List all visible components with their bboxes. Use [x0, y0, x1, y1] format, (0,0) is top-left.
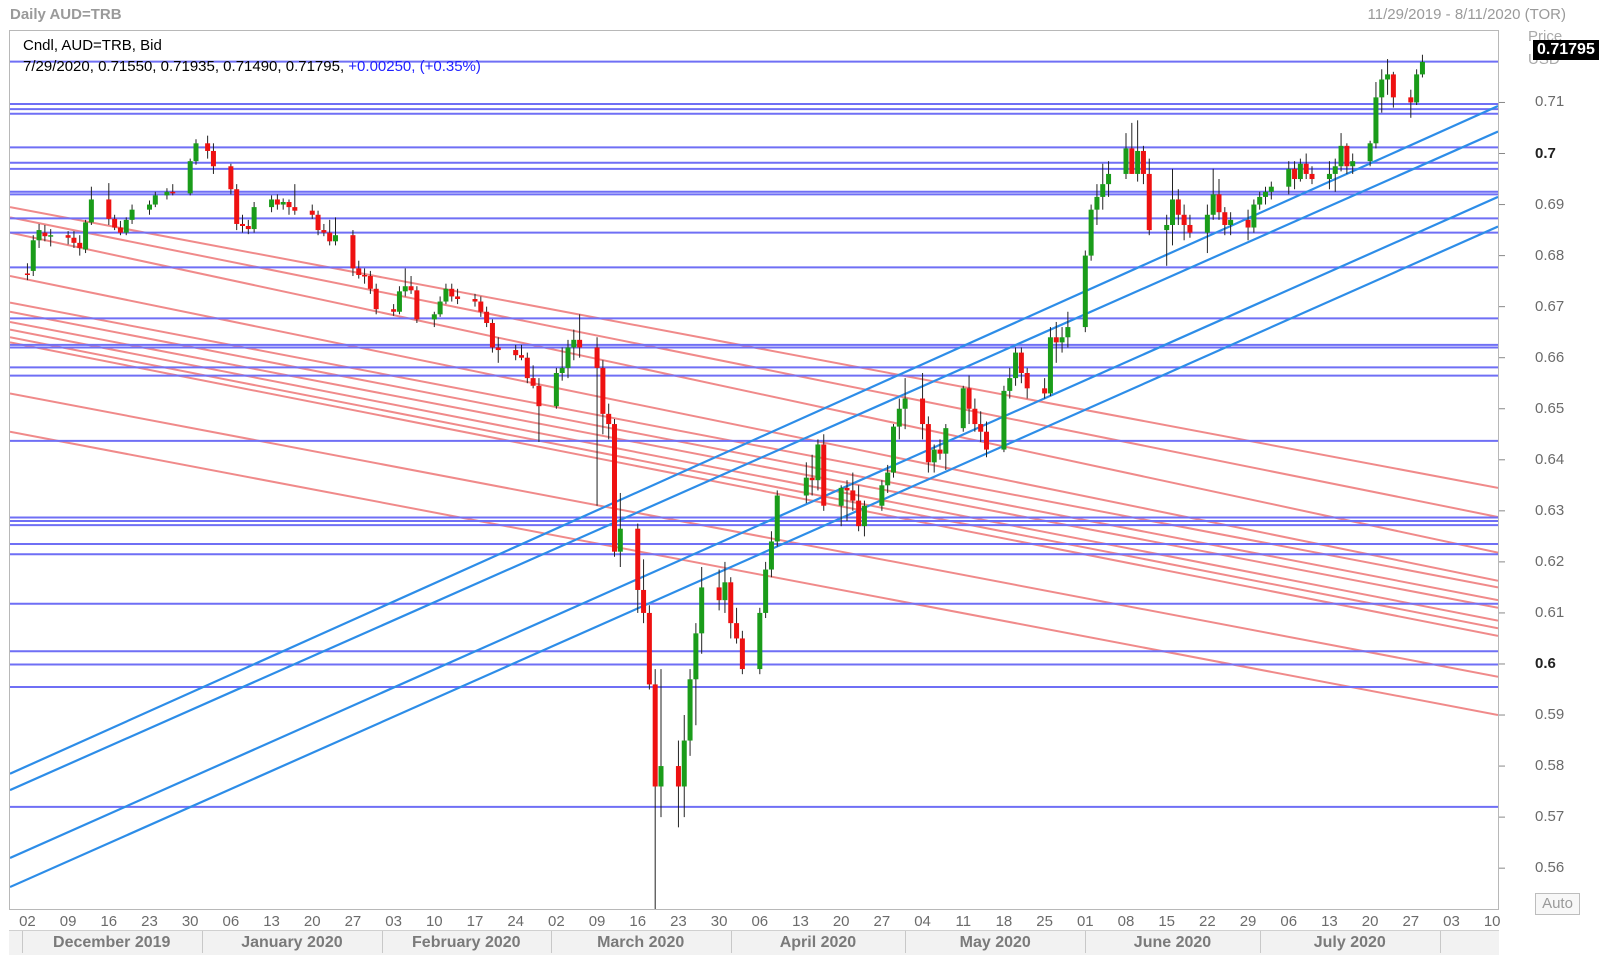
y-tick-label: 0.61 [1535, 603, 1565, 621]
x-tick-label: 23 [141, 913, 158, 930]
x-tick-label: 29 [1239, 913, 1257, 930]
month-separator [1259, 931, 1261, 953]
instrument-info: Cndl, AUD=TRB, Bid [23, 37, 162, 54]
x-tick-label: 30 [710, 913, 728, 930]
y-tick-label: 0.62 [1535, 552, 1565, 570]
month-separator [21, 931, 23, 953]
x-tick-label: 16 [100, 913, 118, 930]
x-tick-label: 27 [344, 913, 362, 930]
x-tick-label: 30 [181, 913, 199, 930]
y-tick-label: 0.58 [1535, 757, 1565, 775]
x-tick-label: 08 [1117, 913, 1135, 930]
y-tick-label: 0.69 [1535, 195, 1565, 213]
x-tick-label: 09 [588, 913, 606, 930]
y-tick-label: 0.56 [1535, 859, 1565, 877]
x-tick-label: 02 [19, 913, 36, 930]
last-bar-change: +0.00250, (+0.35%) [348, 58, 481, 75]
x-tick-label: 17 [466, 913, 484, 930]
y-tick-label: 0.64 [1535, 450, 1565, 468]
y-tick-label: 0.66 [1535, 348, 1565, 366]
x-tick-label: 20 [1361, 913, 1379, 930]
x-tick-label: 25 [1036, 913, 1053, 930]
x-tick-label: 27 [873, 913, 891, 930]
chart-window: Daily AUD=TRB 11/29/2019 - 8/11/2020 (TO… [0, 0, 1600, 958]
x-tick-label: 06 [222, 913, 240, 930]
y-tick-label: 0.59 [1535, 706, 1565, 724]
month-separator [905, 931, 907, 953]
x-tick-label: 13 [1321, 913, 1338, 930]
y-tick-label: 0.71 [1535, 93, 1565, 111]
month-separator [1085, 931, 1087, 953]
x-tick-label: 02 [548, 913, 565, 930]
x-tick-label: 09 [59, 913, 77, 930]
x-month-label: July 2020 [1313, 934, 1386, 951]
month-separator [730, 931, 732, 953]
x-tick-label: 23 [670, 913, 687, 930]
x-tick-label: 03 [385, 913, 402, 930]
y-tick-label: 0.68 [1535, 246, 1565, 264]
y-tick-label: 0.57 [1535, 808, 1565, 826]
last-price-tag: 0.71795 [1533, 40, 1599, 60]
x-tick-label: 06 [1280, 913, 1298, 930]
x-month-label: May 2020 [959, 934, 1031, 951]
y-tick-label: 0.63 [1535, 501, 1565, 519]
x-tick-label: 24 [507, 913, 525, 930]
y-tick-label: 0.7 [1535, 144, 1556, 162]
last-bar-info: 7/29/2020, 0.71550, 0.71935, 0.71490, 0.… [23, 58, 481, 75]
x-month-label: February 2020 [412, 934, 521, 951]
month-separator [1439, 931, 1441, 953]
y-tick-label: 0.65 [1535, 399, 1565, 417]
y-tick-label: 0.6 [1535, 654, 1556, 672]
x-month-label: June 2020 [1133, 934, 1212, 951]
month-separator [382, 931, 383, 953]
month-separator [550, 931, 552, 953]
x-tick-label: 22 [1199, 913, 1216, 930]
auto-scale-button[interactable]: Auto [1535, 893, 1580, 915]
month-separator [201, 931, 203, 953]
x-month-label: March 2020 [597, 934, 685, 951]
x-tick-label: 13 [792, 913, 809, 930]
x-tick-label: 18 [995, 913, 1013, 930]
x-tick-label: 06 [751, 913, 769, 930]
x-tick-label: 20 [303, 913, 321, 930]
x-month-label: April 2020 [779, 934, 857, 951]
x-tick-label: 16 [629, 913, 647, 930]
x-tick-label: 15 [1158, 913, 1176, 930]
x-tick-label: 01 [1076, 913, 1094, 930]
x-tick-label: 27 [1402, 913, 1420, 930]
x-tick-label: 20 [832, 913, 850, 930]
x-month-label: January 2020 [241, 934, 343, 951]
x-tick-label: 11 [955, 913, 972, 930]
x-tick-label: 10 [425, 913, 443, 930]
plot-area-border [9, 30, 1499, 910]
x-tick-label: 03 [1443, 913, 1460, 930]
y-tick-label: 0.67 [1535, 297, 1565, 315]
x-month-label: December 2019 [53, 934, 171, 951]
x-tick-label: 04 [914, 913, 931, 930]
x-tick-label: 13 [263, 913, 280, 930]
last-bar-ohlc: 7/29/2020, 0.71550, 0.71935, 0.71490, 0.… [23, 58, 345, 75]
x-tick-label: 10 [1483, 913, 1501, 930]
